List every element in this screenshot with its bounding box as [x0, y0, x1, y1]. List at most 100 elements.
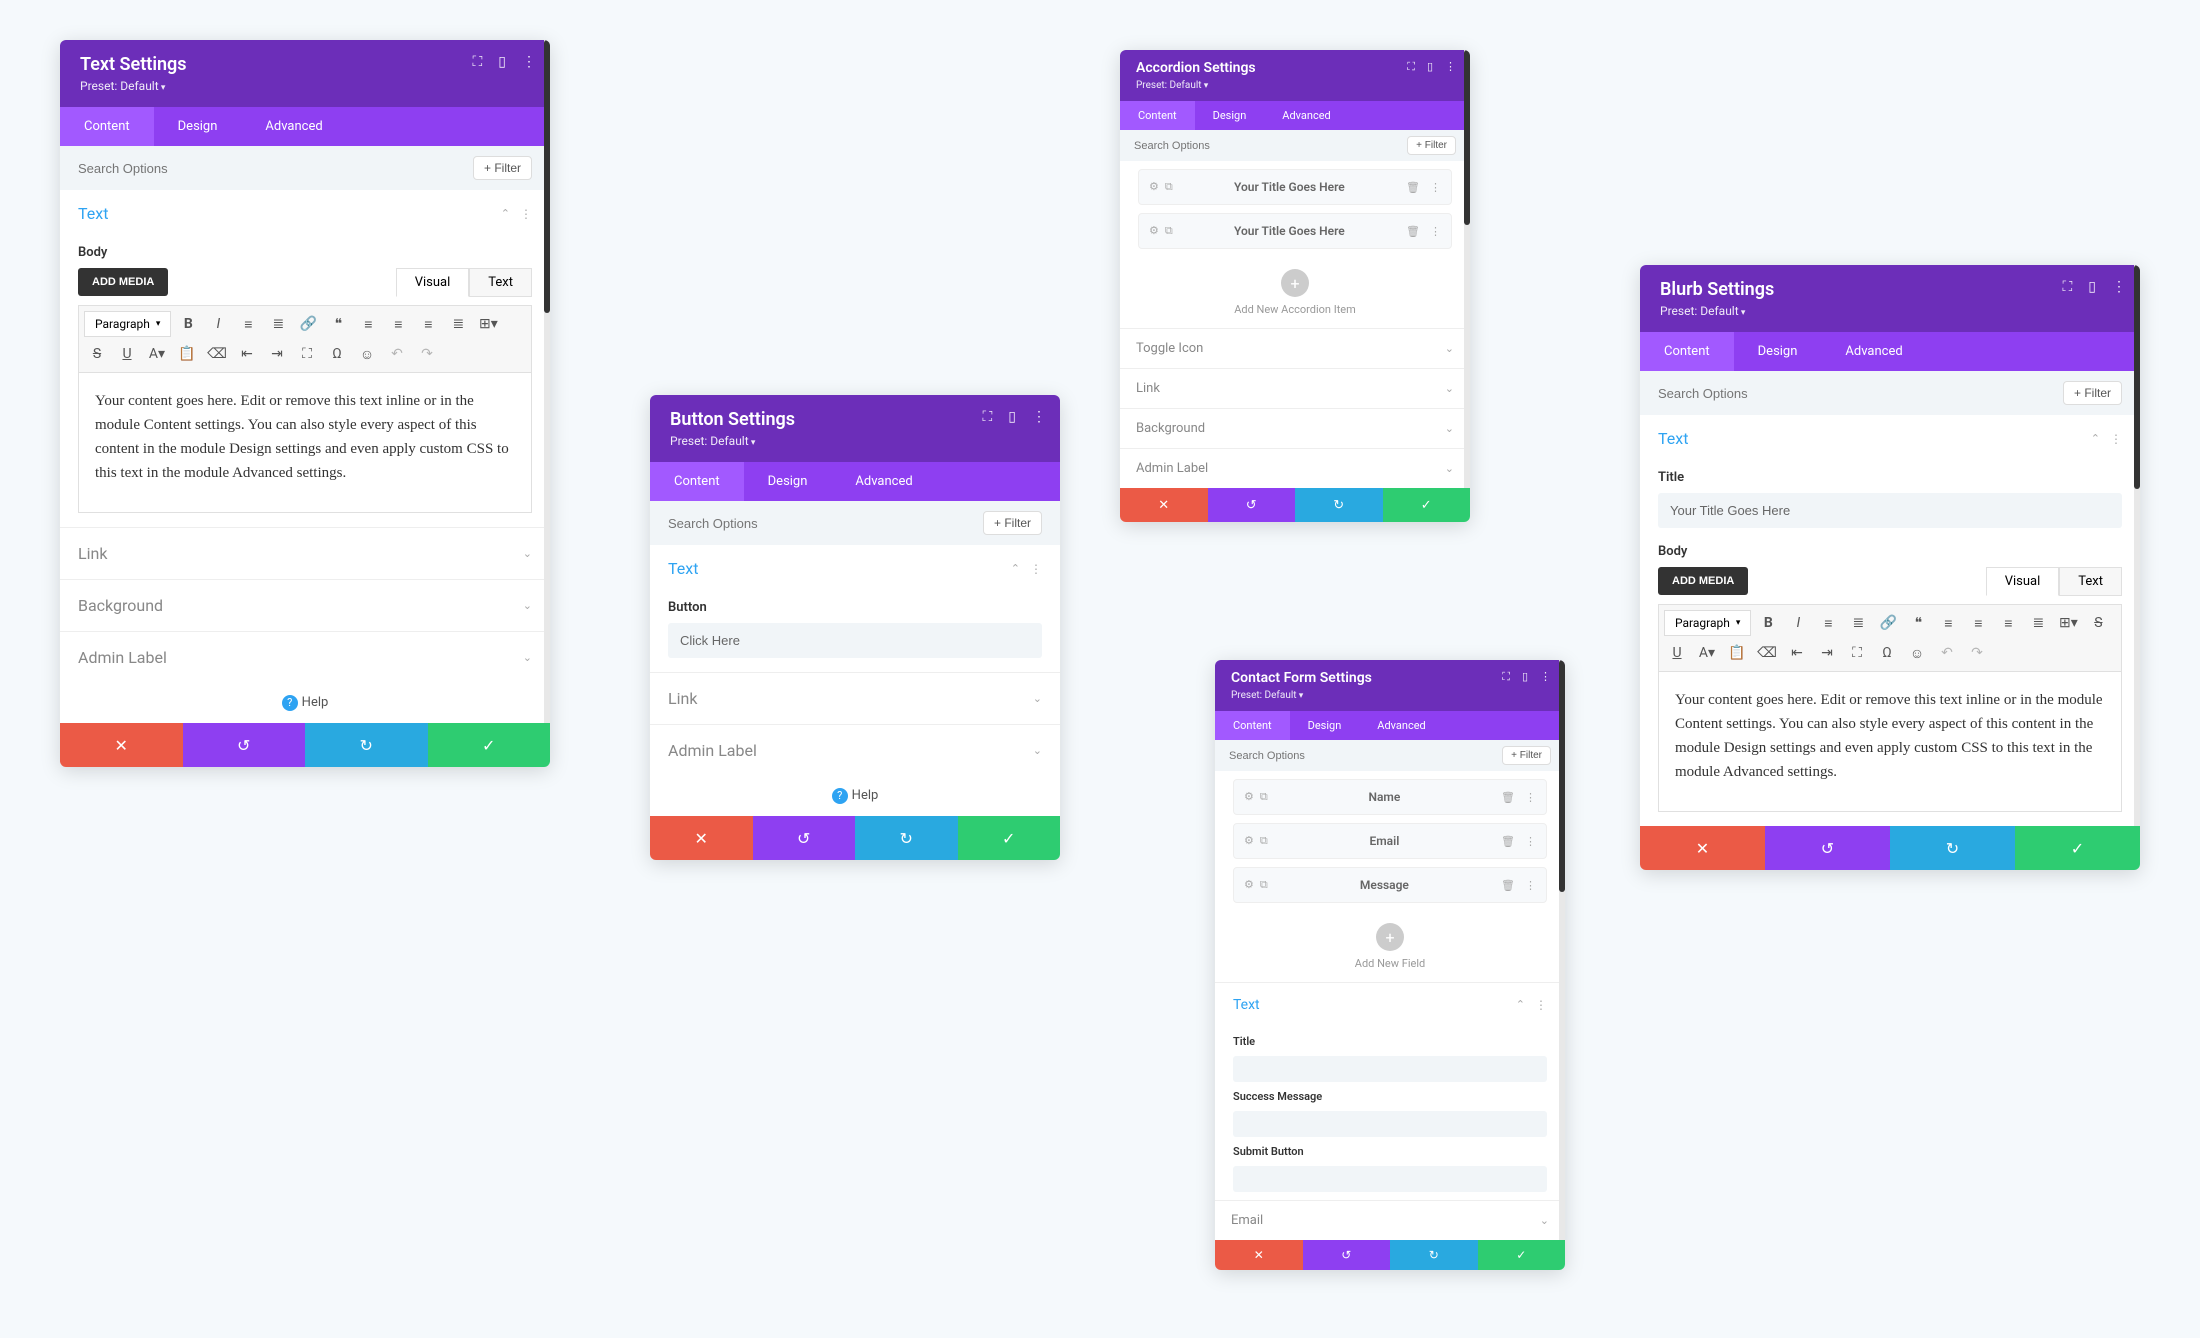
admin-label-section[interactable]: Admin Label⌄ [650, 724, 1060, 776]
add-item[interactable]: + Add New Accordion Item [1120, 257, 1470, 328]
editor-body[interactable]: Your content goes here. Edit or remove t… [1658, 672, 2122, 812]
link-icon[interactable]: 🔗 [294, 310, 322, 338]
search-input[interactable] [1229, 750, 1502, 762]
omega-icon[interactable]: Ω [323, 340, 351, 368]
link-section[interactable]: Link⌄ [1120, 368, 1470, 408]
align-right-icon[interactable]: ≡ [1994, 609, 2022, 637]
trash-icon[interactable]: 🗑 [1501, 835, 1515, 848]
fullscreen-icon[interactable]: ⛶ [293, 340, 321, 368]
cancel-button[interactable]: ✕ [650, 816, 753, 860]
tab-advanced[interactable]: Advanced [831, 462, 936, 501]
fullscreen-icon[interactable]: ⛶ [1843, 639, 1871, 667]
tab-advanced[interactable]: Advanced [1264, 101, 1348, 130]
accordion-item-row[interactable]: ⚙⧉ Your Title Goes Here 🗑⋮ [1138, 169, 1452, 205]
search-input[interactable] [668, 516, 983, 531]
preset-selector[interactable]: Preset: Default [1136, 80, 1454, 91]
search-input[interactable] [1134, 140, 1407, 152]
align-center-icon[interactable]: ≡ [384, 310, 412, 338]
tab-design[interactable]: Design [744, 462, 832, 501]
text-color-icon[interactable]: A▾ [1693, 639, 1721, 667]
filter-button[interactable]: + Filter [473, 156, 532, 180]
more-icon[interactable]: ⋮ [2112, 279, 2126, 295]
clear-format-icon[interactable]: ⌫ [1753, 639, 1781, 667]
save-button[interactable]: ✓ [958, 816, 1061, 860]
cancel-button[interactable]: ✕ [60, 723, 183, 767]
more-icon[interactable]: ⋮ [1030, 562, 1042, 576]
align-left-icon[interactable]: ≡ [1934, 609, 1962, 637]
contract-icon[interactable]: ⛶ [472, 54, 482, 70]
text-section-header[interactable]: Text ⌃⋮ [1640, 415, 2140, 462]
italic-icon[interactable]: I [204, 310, 232, 338]
more-icon[interactable]: ⋮ [522, 54, 536, 70]
undo-button[interactable]: ↺ [1765, 826, 1890, 870]
more-icon[interactable]: ⋮ [1525, 879, 1536, 892]
outdent-icon[interactable]: ⇤ [1783, 639, 1811, 667]
toggle-icon-section[interactable]: Toggle Icon⌄ [1120, 328, 1470, 368]
more-icon[interactable]: ⋮ [1525, 791, 1536, 804]
help-row[interactable]: ?Help [60, 683, 550, 723]
plus-icon[interactable]: + [1281, 269, 1309, 297]
emoji-icon[interactable]: ☺ [1903, 639, 1931, 667]
bold-icon[interactable]: B [174, 310, 202, 338]
filter-button[interactable]: + Filter [1502, 746, 1551, 765]
more-icon[interactable]: ⋮ [1445, 60, 1456, 74]
indent-icon[interactable]: ⇥ [263, 340, 291, 368]
paste-icon[interactable]: 📋 [173, 340, 201, 368]
copy-icon[interactable]: ⧉ [1165, 180, 1173, 194]
scrollbar[interactable] [1464, 50, 1470, 488]
save-button[interactable]: ✓ [1478, 1240, 1566, 1270]
copy-icon[interactable]: ⧉ [1260, 790, 1268, 804]
number-list-icon[interactable]: ≣ [264, 310, 292, 338]
copy-icon[interactable]: ⧉ [1260, 878, 1268, 892]
scrollbar[interactable] [544, 40, 550, 723]
snap-icon[interactable]: ▯ [498, 54, 506, 70]
preset-selector[interactable]: Preset: Default [1231, 690, 1549, 701]
redo-button[interactable]: ↻ [1890, 826, 2015, 870]
email-section[interactable]: Email⌄ [1215, 1200, 1565, 1240]
gear-icon[interactable]: ⚙ [1244, 834, 1254, 848]
outdent-icon[interactable]: ⇤ [233, 340, 261, 368]
gear-icon[interactable]: ⚙ [1149, 180, 1159, 194]
cancel-button[interactable]: ✕ [1120, 488, 1208, 522]
more-icon[interactable]: ⋮ [1525, 835, 1536, 848]
link-section[interactable]: Link⌄ [60, 527, 550, 579]
cancel-button[interactable]: ✕ [1215, 1240, 1303, 1270]
tab-content[interactable]: Content [1120, 101, 1195, 130]
text-tab[interactable]: Text [469, 268, 532, 297]
visual-tab[interactable]: Visual [396, 268, 470, 297]
add-media-button[interactable]: ADD MEDIA [78, 268, 168, 296]
align-justify-icon[interactable]: ≣ [444, 310, 472, 338]
align-justify-icon[interactable]: ≣ [2024, 609, 2052, 637]
contract-icon[interactable]: ⛶ [1407, 60, 1415, 74]
more-icon[interactable]: ⋮ [1430, 181, 1441, 194]
tab-advanced[interactable]: Advanced [1359, 711, 1443, 740]
more-icon[interactable]: ⋮ [1540, 670, 1551, 684]
tab-content[interactable]: Content [1215, 711, 1290, 740]
indent-icon[interactable]: ⇥ [1813, 639, 1841, 667]
undo-button[interactable]: ↺ [753, 816, 856, 860]
strikethrough-icon[interactable]: S [83, 340, 111, 368]
clear-format-icon[interactable]: ⌫ [203, 340, 231, 368]
tab-design[interactable]: Design [154, 107, 242, 146]
plus-icon[interactable]: + [1376, 923, 1404, 951]
underline-icon[interactable]: U [113, 340, 141, 368]
admin-label-section[interactable]: Admin Label⌄ [60, 631, 550, 683]
paragraph-select[interactable]: Paragraph▾ [84, 311, 171, 337]
contract-icon[interactable]: ⛶ [982, 409, 992, 425]
trash-icon[interactable]: 🗑 [1501, 791, 1515, 804]
quote-icon[interactable]: ❝ [324, 310, 352, 338]
snap-icon[interactable]: ▯ [1008, 409, 1016, 425]
background-section[interactable]: Background⌄ [60, 579, 550, 631]
strikethrough-icon[interactable]: S [2084, 609, 2112, 637]
tab-design[interactable]: Design [1195, 101, 1265, 130]
gear-icon[interactable]: ⚙ [1244, 878, 1254, 892]
bullet-list-icon[interactable]: ≡ [1814, 609, 1842, 637]
trash-icon[interactable]: 🗑 [1406, 181, 1420, 194]
save-button[interactable]: ✓ [2015, 826, 2140, 870]
visual-tab[interactable]: Visual [1986, 567, 2060, 596]
background-section[interactable]: Background⌄ [1120, 408, 1470, 448]
cancel-button[interactable]: ✕ [1640, 826, 1765, 870]
more-icon[interactable]: ⋮ [520, 207, 532, 221]
preset-selector[interactable]: Preset: Default [1660, 304, 2120, 318]
table-icon[interactable]: ⊞▾ [474, 310, 502, 338]
